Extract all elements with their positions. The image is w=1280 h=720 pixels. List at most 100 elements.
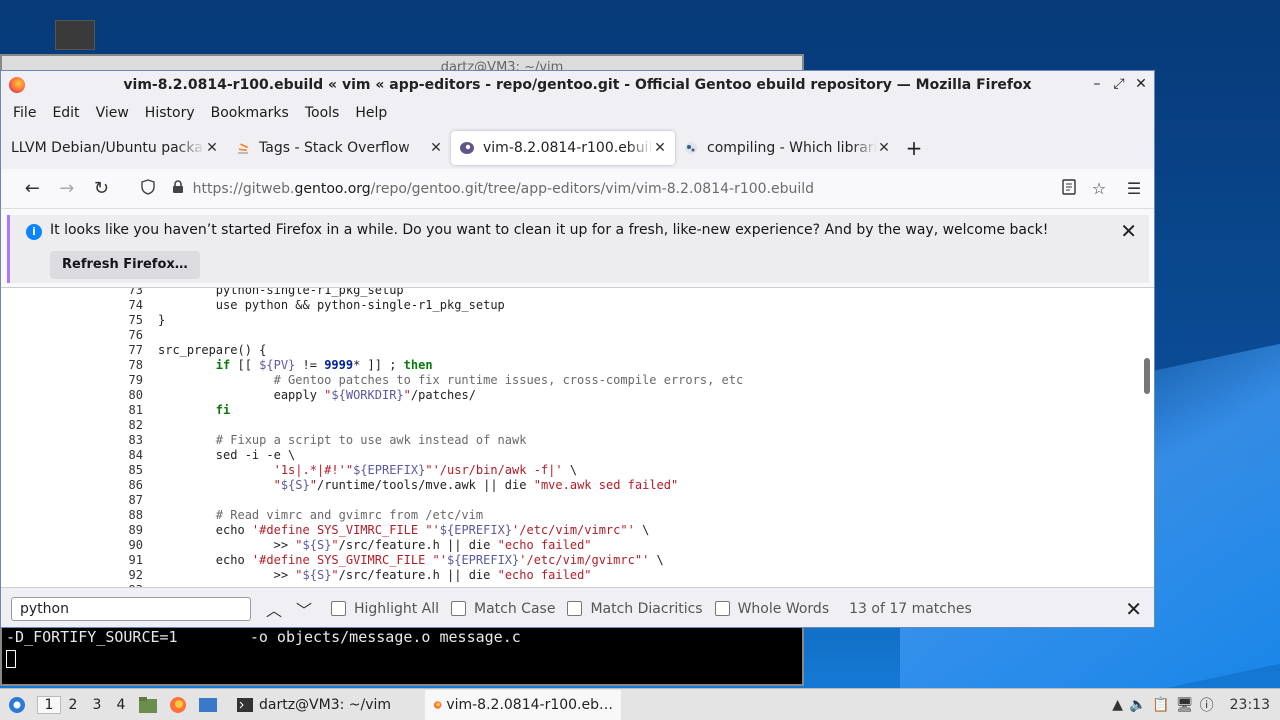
workspace-1[interactable]: 1 <box>37 695 61 714</box>
line-number[interactable]: 92 <box>1 568 143 583</box>
tab-stackoverflow[interactable]: Tags - Stack Overflow ✕ <box>227 131 451 165</box>
firefox-launcher-icon[interactable] <box>166 694 190 716</box>
url-text[interactable]: https://gitweb.gentoo.org/repo/gentoo.gi… <box>193 181 1054 197</box>
menu-tools[interactable]: Tools <box>297 105 348 121</box>
menu-bookmarks[interactable]: Bookmarks <box>203 105 297 121</box>
close-tab-icon[interactable]: ✕ <box>205 140 219 156</box>
menu-file[interactable]: File <box>5 105 44 121</box>
find-input[interactable]: python <box>11 596 251 621</box>
title-bar[interactable]: vim-8.2.0814-r100.ebuild « vim « app-edi… <box>1 71 1154 99</box>
url-bar[interactable]: https://gitweb.gentoo.org/repo/gentoo.gi… <box>133 173 1054 205</box>
menu-history[interactable]: History <box>137 105 203 121</box>
display-icon[interactable]: 🖥 <box>1176 697 1194 713</box>
line-number[interactable]: 84 <box>1 448 143 463</box>
find-next-icon[interactable]: ﹀ <box>289 597 319 621</box>
reload-icon[interactable]: ↻ <box>84 174 119 204</box>
menu-help[interactable]: Help <box>347 105 395 121</box>
line-number[interactable]: 87 <box>1 493 143 508</box>
line-number[interactable]: 82 <box>1 418 143 433</box>
close-tab-icon[interactable]: ✕ <box>653 140 667 156</box>
find-previous-icon[interactable]: ︿ <box>259 597 289 621</box>
close-notification-icon[interactable]: ✕ <box>1120 219 1137 243</box>
code-line: 88 # Read vimrc and gvimrc from /etc/vim <box>1 508 743 523</box>
reader-view-icon[interactable] <box>1054 178 1084 199</box>
clipboard-icon[interactable]: 📋 <box>1152 697 1169 713</box>
menu-view[interactable]: View <box>88 105 137 121</box>
workspace-2[interactable]: 2 <box>61 697 85 713</box>
line-number[interactable]: 85 <box>1 463 143 478</box>
back-arrow-icon[interactable]: ← <box>15 174 50 204</box>
shield-icon[interactable] <box>133 178 163 199</box>
match-case-checkbox[interactable]: Match Case <box>451 601 555 617</box>
minimize-button[interactable]: – <box>1090 75 1104 93</box>
line-number[interactable]: 79 <box>1 373 143 388</box>
close-window-button[interactable]: ✕ <box>1134 75 1148 93</box>
desktop-computer-icon[interactable] <box>55 20 95 50</box>
code-line: 90 >> "${S}"/src/feature.h || die "echo … <box>1 538 743 553</box>
terminal-icon <box>237 697 253 712</box>
line-number[interactable]: 81 <box>1 403 143 418</box>
line-number[interactable]: 75 <box>1 313 143 328</box>
tab-label: Tags - Stack Overflow <box>259 140 410 156</box>
code-text: src_prepare() { <box>158 343 267 357</box>
line-number[interactable]: 90 <box>1 538 143 553</box>
code-line: 74 use python && python-single-r1_pkg_se… <box>1 298 743 313</box>
line-number[interactable]: 74 <box>1 298 143 313</box>
maximize-button[interactable]: ⤢ <box>1112 75 1126 93</box>
workspace-4[interactable]: 4 <box>109 697 133 713</box>
code-line: 86 "${S}"/runtime/tools/mve.awk || die "… <box>1 478 743 493</box>
line-number[interactable]: 76 <box>1 328 143 343</box>
refresh-firefox-button[interactable]: Refresh Firefox… <box>50 251 200 279</box>
hamburger-menu-icon[interactable]: ☰ <box>1114 179 1154 198</box>
line-number[interactable]: 91 <box>1 553 143 568</box>
checkbox-box[interactable] <box>567 601 583 616</box>
close-tab-icon[interactable]: ✕ <box>877 140 891 156</box>
checkbox-label: Match Diacritics <box>590 600 703 617</box>
close-find-bar-icon[interactable]: ✕ <box>1125 597 1142 621</box>
close-tab-icon[interactable]: ✕ <box>429 140 443 156</box>
lock-icon[interactable] <box>163 179 193 198</box>
tray-up-arrow-icon[interactable]: ▲ <box>1112 697 1123 713</box>
checkbox-box[interactable] <box>714 601 730 616</box>
find-bar: python ︿ ﹀ Highlight All Match Case Matc… <box>1 587 1154 627</box>
line-number[interactable]: 73 <box>1 288 143 298</box>
bookmark-star-icon[interactable]: ☆ <box>1084 179 1114 198</box>
line-number[interactable]: 83 <box>1 433 143 448</box>
line-number[interactable]: 78 <box>1 358 143 373</box>
scrollbar-thumb[interactable] <box>1144 358 1150 394</box>
checkbox-box[interactable] <box>331 601 346 616</box>
line-number[interactable]: 89 <box>1 523 143 538</box>
terminal-output-line: -D_FORTIFY_SOURCE=1 -o objects/message.o… <box>6 628 521 646</box>
tab-llvm[interactable]: LLVM Debian/Ubuntu packages ✕ <box>3 131 227 165</box>
line-number[interactable]: 86 <box>1 478 143 493</box>
line-number[interactable]: 88 <box>1 508 143 523</box>
whole-words-checkbox[interactable]: Whole Words <box>714 601 829 617</box>
code-line: 79 # Gentoo patches to fix runtime issue… <box>1 373 744 388</box>
volume-icon[interactable]: 🔈 <box>1129 697 1146 713</box>
show-desktop-icon[interactable] <box>196 694 220 716</box>
line-number[interactable]: 77 <box>1 343 143 358</box>
match-diacritics-checkbox[interactable]: Match Diacritics <box>567 600 703 617</box>
highlight-all-checkbox[interactable]: Highlight All <box>331 601 439 617</box>
tab-vim-ebuild[interactable]: vim-8.2.0814-r100.ebuild ✕ <box>451 131 675 165</box>
network-icon[interactable]: ⓘ <box>1200 695 1214 715</box>
forward-arrow-icon[interactable]: → <box>50 174 85 204</box>
start-menu-button[interactable] <box>3 691 31 719</box>
task-terminal[interactable]: dartz@VM3: ~/vim <box>229 690 425 720</box>
checkbox-box[interactable] <box>451 601 467 616</box>
file-manager-icon[interactable] <box>136 694 160 716</box>
workspace-3[interactable]: 3 <box>85 697 109 713</box>
line-number[interactable]: 80 <box>1 388 143 403</box>
code-line: 87 <box>1 493 743 508</box>
code-text: >> "${S}"/src/feature.h || die "echo fai… <box>158 568 592 582</box>
notification-message: It looks like you haven’t started Firefo… <box>50 222 1049 238</box>
tab-askubuntu[interactable]: compiling - Which libraries ✕ <box>675 131 899 165</box>
menu-edit[interactable]: Edit <box>44 105 87 121</box>
new-tab-button[interactable]: + <box>899 136 929 160</box>
gentoo-icon <box>459 140 475 156</box>
task-firefox[interactable]: vim-8.2.0814-r100.eb… <box>425 689 621 720</box>
code-line: 80 eapply "${WORKDIR}"/patches/ <box>1 388 743 403</box>
code-listing: 73 python-single-r1_pkg_setup 74 use pyth… <box>1 288 744 587</box>
